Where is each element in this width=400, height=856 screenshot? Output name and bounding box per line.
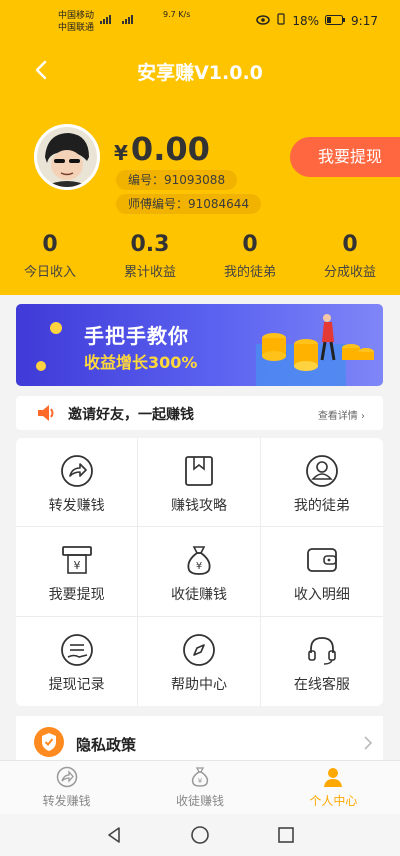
- invite-text: 邀请好友，一起赚钱: [68, 407, 194, 423]
- balance: ¥0.00: [114, 130, 210, 168]
- promo-banner[interactable]: 手把手教你 收益增长300%: [16, 304, 383, 386]
- record-icon: [60, 633, 94, 667]
- menu-item-support[interactable]: 在线客服: [261, 617, 383, 706]
- status-bar: 中国移动 中国联通 9.7 K/s 18% 9:17: [0, 0, 400, 40]
- svg-text:¥: ¥: [73, 559, 80, 572]
- vibrate-icon: [276, 13, 286, 28]
- menu-item-share[interactable]: 转发赚钱: [16, 438, 139, 528]
- stat-value: 0: [42, 232, 58, 257]
- tab-label: 转发赚钱: [42, 794, 91, 808]
- menu-label: 赚钱攻略: [170, 498, 227, 514]
- svg-text:¥: ¥: [198, 777, 203, 785]
- wallet-icon: [305, 543, 339, 577]
- nav-recents-icon[interactable]: [276, 825, 296, 845]
- battery-icon: [325, 14, 346, 28]
- withdraw-button[interactable]: 我要提现: [290, 137, 400, 177]
- invite-bar[interactable]: 邀请好友，一起赚钱 查看详情 ›: [16, 396, 383, 430]
- network-speed: 9.7 K/s: [163, 10, 191, 19]
- chevron-right-icon: ›: [361, 411, 365, 422]
- menu-label: 提现记录: [48, 676, 105, 693]
- share-icon: [60, 454, 94, 488]
- stat-label: 今日收入: [23, 265, 76, 280]
- stat-today-income[interactable]: 0 今日收入: [0, 232, 100, 282]
- menu-label: 我的徒弟: [293, 498, 350, 514]
- nav-back-icon[interactable]: [104, 825, 124, 845]
- status-right: 18% 9:17: [256, 13, 378, 28]
- user-icon: [305, 454, 339, 488]
- speaker-icon: [36, 403, 58, 423]
- stat-label: 分成收益: [323, 265, 376, 280]
- bottom-tab-bar: 转发赚钱 ¥ 收徒赚钱 个人中心: [0, 760, 400, 814]
- page-title: 安享赚V1.0.0: [137, 62, 263, 84]
- tab-label: 收徒赚钱: [175, 794, 224, 808]
- money-bag-icon: ¥: [182, 543, 216, 577]
- share-icon: [56, 766, 78, 788]
- user-id-badge: 编号：91093088: [116, 170, 238, 190]
- menu-label: 转发赚钱: [48, 498, 105, 514]
- compass-icon: [182, 633, 216, 667]
- menu-item-guide[interactable]: 赚钱攻略: [138, 438, 261, 528]
- menu-label: 收徒赚钱: [170, 587, 227, 604]
- eye-icon: [256, 14, 271, 28]
- nav-home-icon[interactable]: [190, 825, 210, 845]
- money-bag-icon: ¥: [189, 766, 211, 788]
- tab-profile[interactable]: 个人中心: [267, 761, 400, 814]
- banner-headline: 手把手教你: [84, 324, 189, 348]
- person-icon: [322, 766, 344, 788]
- menu-grid: 转发赚钱 赚钱攻略 我的徒弟 ¥ 我要提现 ¥ 收徒赚钱 收入明细 提现记录 帮…: [16, 438, 383, 706]
- invite-details-label: 查看详情: [317, 411, 358, 422]
- avatar[interactable]: [34, 124, 100, 190]
- stat-label: 我的徒弟: [223, 265, 276, 280]
- menu-item-apprentices[interactable]: 我的徒弟: [260, 438, 383, 528]
- shield-icon: [34, 727, 64, 757]
- privacy-label: 隐私政策: [76, 736, 137, 754]
- system-nav-bar: [0, 814, 400, 856]
- invite-details-link[interactable]: 查看详情 ›: [318, 407, 365, 422]
- banner-subline: 收益增长300%: [84, 353, 198, 372]
- svg-text:¥: ¥: [196, 561, 202, 572]
- tab-recruit[interactable]: ¥ 收徒赚钱: [133, 761, 266, 814]
- bookmark-icon: [182, 454, 216, 488]
- banner-illustration: [36, 314, 374, 386]
- tab-label: 个人中心: [309, 794, 358, 808]
- carrier-names: 中国移动 中国联通: [58, 10, 94, 34]
- stat-value: 0: [342, 232, 358, 257]
- signal-icon: [100, 14, 140, 27]
- headset-icon: [305, 633, 339, 667]
- profile-section: ¥0.00 编号：91093088 师傅编号：91084644 我要提现 0 今…: [0, 100, 400, 295]
- balance-amount: 0.00: [130, 130, 210, 168]
- menu-label: 在线客服: [293, 676, 350, 693]
- menu-item-withdraw-record[interactable]: 提现记录: [16, 616, 139, 706]
- master-id-badge: 师傅编号：91084644: [116, 194, 262, 214]
- atm-icon: ¥: [60, 543, 94, 577]
- menu-label: 我要提现: [48, 587, 105, 604]
- nav-bar: 安享赚V1.0.0: [0, 40, 400, 100]
- stat-value: 0.3: [130, 232, 170, 257]
- currency-symbol: ¥: [114, 141, 128, 165]
- menu-label: 帮助中心: [170, 676, 227, 693]
- menu-item-withdraw[interactable]: ¥ 我要提现: [16, 527, 139, 617]
- menu-label: 收入明细: [293, 587, 350, 604]
- stat-label: 累计收益: [123, 265, 176, 280]
- stat-apprentices[interactable]: 0 我的徒弟: [200, 232, 300, 282]
- stats-row: 0 今日收入 0.3 累计收益 0 我的徒弟 0 分成收益: [0, 232, 400, 282]
- battery-percent: 18%: [292, 13, 320, 28]
- menu-item-recruit[interactable]: ¥ 收徒赚钱: [138, 527, 261, 617]
- tab-share[interactable]: 转发赚钱: [0, 761, 133, 814]
- carrier-2: 中国联通: [58, 23, 95, 33]
- stat-total-earnings[interactable]: 0.3 累计收益: [100, 232, 200, 282]
- chevron-right-icon: [363, 735, 373, 750]
- menu-item-income-detail[interactable]: 收入明细: [260, 527, 383, 617]
- carrier-1: 中国移动: [58, 11, 95, 21]
- stat-value: 0: [242, 232, 258, 257]
- menu-item-help[interactable]: 帮助中心: [138, 616, 261, 706]
- stat-share-income[interactable]: 0 分成收益: [300, 232, 400, 282]
- clock: 9:17: [351, 13, 378, 28]
